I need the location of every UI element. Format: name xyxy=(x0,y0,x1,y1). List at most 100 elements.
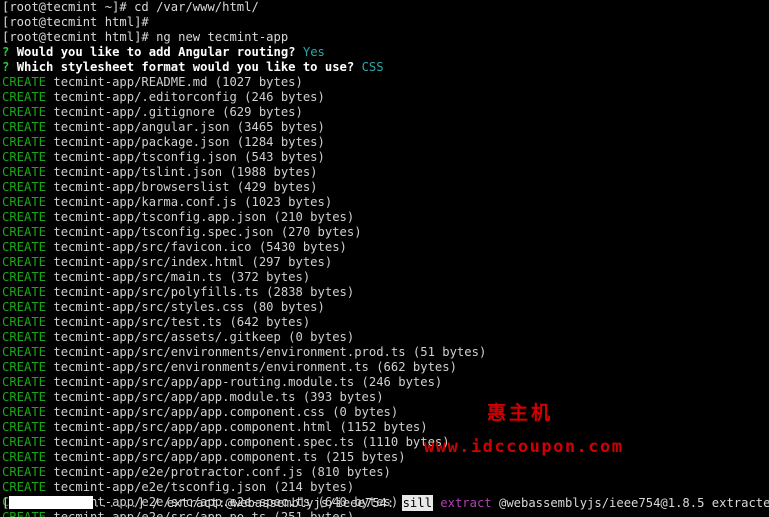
create-label: CREATE xyxy=(2,165,47,179)
question-text: Would you like to add Angular routing? xyxy=(16,45,296,59)
create-file-entry: tecmint-app/browserslist (429 bytes) xyxy=(46,180,318,194)
terminal-line-create: CREATE tecmint-app/angular.json (3465 by… xyxy=(2,120,769,135)
terminal-line-create: CREATE tecmint-app/package.json (1284 by… xyxy=(2,135,769,150)
terminal-line-create: CREATE tecmint-app/src/main.ts (372 byte… xyxy=(2,270,769,285)
terminal-line-create: CREATE tecmint-app/src/styles.css (80 by… xyxy=(2,300,769,315)
terminal-line-create: CREATE tecmint-app/src/app/app.module.ts… xyxy=(2,390,769,405)
create-file-entry: tecmint-app/src/favicon.ico (5430 bytes) xyxy=(46,240,347,254)
create-file-entry: tecmint-app/src/styles.css (80 bytes) xyxy=(46,300,325,314)
terminal-line-create: CREATE tecmint-app/e2e/protractor.conf.j… xyxy=(2,465,769,480)
create-label: CREATE xyxy=(2,255,47,269)
terminal-line-prompt-question: ? Which stylesheet format would you like… xyxy=(2,60,769,75)
terminal-line-create: CREATE tecmint-app/src/environments/envi… xyxy=(2,345,769,360)
terminal-line-create: CREATE tecmint-app/src/app/app.component… xyxy=(2,405,769,420)
terminal-line-create: CREATE tecmint-app/tsconfig.app.json (21… xyxy=(2,210,769,225)
create-file-entry: tecmint-app/angular.json (3465 bytes) xyxy=(46,120,325,134)
terminal-line-create: CREATE tecmint-app/src/app/app.component… xyxy=(2,435,769,450)
terminal-line-create: CREATE tecmint-app/src/polyfills.ts (283… xyxy=(2,285,769,300)
terminal-line-create: CREATE tecmint-app/.editorconfig (246 by… xyxy=(2,90,769,105)
create-file-entry: tecmint-app/tsconfig.json (543 bytes) xyxy=(46,150,325,164)
terminal-line-create: CREATE tecmint-app/src/test.ts (642 byte… xyxy=(2,315,769,330)
create-file-entry: tecmint-app/src/polyfills.ts (2838 bytes… xyxy=(46,285,355,299)
create-label: CREATE xyxy=(2,300,47,314)
terminal-line-create: CREATE tecmint-app/src/environments/envi… xyxy=(2,360,769,375)
create-label: CREATE xyxy=(2,345,47,359)
terminal-line-create: CREATE tecmint-app/src/assets/.gitkeep (… xyxy=(2,330,769,345)
create-label: CREATE xyxy=(2,120,47,134)
create-label: CREATE xyxy=(2,240,47,254)
create-file-entry: tecmint-app/src/app/app-routing.module.t… xyxy=(46,375,443,389)
create-label: CREATE xyxy=(2,195,47,209)
create-file-entry: tecmint-app/src/assets/.gitkeep (0 bytes… xyxy=(46,330,355,344)
create-label: CREATE xyxy=(2,90,47,104)
create-label: CREATE xyxy=(2,135,47,149)
create-label: CREATE xyxy=(2,225,47,239)
create-file-entry: tecmint-app/src/app/app.component.html (… xyxy=(46,420,428,434)
create-file-entry: tecmint-app/README.md (1027 bytes) xyxy=(46,75,303,89)
progress-bar-fill xyxy=(9,496,94,509)
log-detail-text: @webassemblyjs/ieee754@1.8.5 extracted t xyxy=(498,496,769,510)
shell-prompt: [root@tecmint ~]# xyxy=(2,0,135,14)
create-file-entry: tecmint-app/.gitignore (629 bytes) xyxy=(46,105,303,119)
terminal-line-create: CREATE tecmint-app/src/index.html (297 b… xyxy=(2,255,769,270)
create-file-entry: tecmint-app/karma.conf.js (1023 bytes) xyxy=(46,195,333,209)
create-label: CREATE xyxy=(2,360,47,374)
terminal-line-command: [root@tecmint html]# xyxy=(2,15,769,30)
terminal-line-create: CREATE tecmint-app/e2e/tsconfig.json (21… xyxy=(2,480,769,495)
npm-progress-line: [......] / extract:@webassemblyjs/ieee75… xyxy=(2,495,769,512)
create-file-entry: tecmint-app/src/app/app.component.spec.t… xyxy=(46,435,450,449)
progress-task-label: extract:@webassemblyjs/ieee754: xyxy=(166,496,395,510)
create-label: CREATE xyxy=(2,405,47,419)
terminal-line-create: CREATE tecmint-app/src/favicon.ico (5430… xyxy=(2,240,769,255)
create-file-entry: tecmint-app/tsconfig.spec.json (270 byte… xyxy=(46,225,362,239)
create-label: CREATE xyxy=(2,420,47,434)
watermark-url: www.idccoupon.com xyxy=(424,437,624,457)
create-label: CREATE xyxy=(2,480,47,494)
create-label: CREATE xyxy=(2,465,47,479)
shell-prompt: [root@tecmint html]# xyxy=(2,15,157,29)
create-label: CREATE xyxy=(2,210,47,224)
progress-open-bracket: [ xyxy=(2,496,10,510)
create-file-entry: tecmint-app/e2e/tsconfig.json (214 bytes… xyxy=(46,480,355,494)
terminal-line-create: CREATE tecmint-app/tsconfig.json (543 by… xyxy=(2,150,769,165)
create-file-entry: tecmint-app/src/main.ts (372 bytes) xyxy=(46,270,311,284)
create-file-entry: tecmint-app/.editorconfig (246 bytes) xyxy=(46,90,325,104)
create-label: CREATE xyxy=(2,285,47,299)
progress-close-bracket: ] xyxy=(137,496,145,510)
create-file-entry: tecmint-app/src/environments/environment… xyxy=(46,345,487,359)
terminal-line-create: CREATE tecmint-app/.gitignore (629 bytes… xyxy=(2,105,769,120)
create-label: CREATE xyxy=(2,435,47,449)
shell-command: ng new tecmint-app xyxy=(156,30,289,44)
terminal-screen[interactable]: [root@tecmint ~]# cd /var/www/html/ [roo… xyxy=(2,0,769,517)
progress-bar-remaining: ...... xyxy=(93,496,138,510)
create-label: CREATE xyxy=(2,150,47,164)
terminal-line-command: [root@tecmint html]# ng new tecmint-app xyxy=(2,30,769,45)
terminal-window: [root@tecmint ~]# cd /var/www/html/ [roo… xyxy=(0,0,769,517)
create-file-entry: tecmint-app/src/test.ts (642 bytes) xyxy=(46,315,311,329)
create-label: CREATE xyxy=(2,315,47,329)
create-label: CREATE xyxy=(2,180,47,194)
watermark-chinese: 惠主机 xyxy=(487,402,554,424)
terminal-line-create: CREATE tecmint-app/browserslist (429 byt… xyxy=(2,180,769,195)
terminal-line-create: CREATE tecmint-app/karma.conf.js (1023 b… xyxy=(2,195,769,210)
create-file-entry: tecmint-app/src/index.html (297 bytes) xyxy=(46,255,333,269)
terminal-line-command: [root@tecmint ~]# cd /var/www/html/ xyxy=(2,0,769,15)
terminal-line-create: CREATE tecmint-app/src/app/app-routing.m… xyxy=(2,375,769,390)
question-answer: CSS xyxy=(361,60,384,74)
log-level-badge: sill xyxy=(401,495,433,511)
shell-command: cd /var/www/html/ xyxy=(134,0,259,14)
terminal-line-create: CREATE tecmint-app/src/app/app.component… xyxy=(2,450,769,465)
create-label: CREATE xyxy=(2,375,47,389)
create-file-entry: tecmint-app/src/app/app.component.ts (21… xyxy=(46,450,406,464)
create-file-entry: tecmint-app/tsconfig.app.json (210 bytes… xyxy=(46,210,355,224)
progress-spinner-icon: / xyxy=(152,496,160,510)
create-label: CREATE xyxy=(2,330,47,344)
create-file-list: CREATE tecmint-app/README.md (1027 bytes… xyxy=(2,75,769,517)
question-answer: Yes xyxy=(302,45,325,59)
question-text: Which stylesheet format would you like t… xyxy=(16,60,355,74)
terminal-line-create: CREATE tecmint-app/tslint.json (1988 byt… xyxy=(2,165,769,180)
create-label: CREATE xyxy=(2,75,47,89)
log-action-label: extract xyxy=(440,496,492,510)
create-label: CREATE xyxy=(2,105,47,119)
terminal-line-create: CREATE tecmint-app/README.md (1027 bytes… xyxy=(2,75,769,90)
